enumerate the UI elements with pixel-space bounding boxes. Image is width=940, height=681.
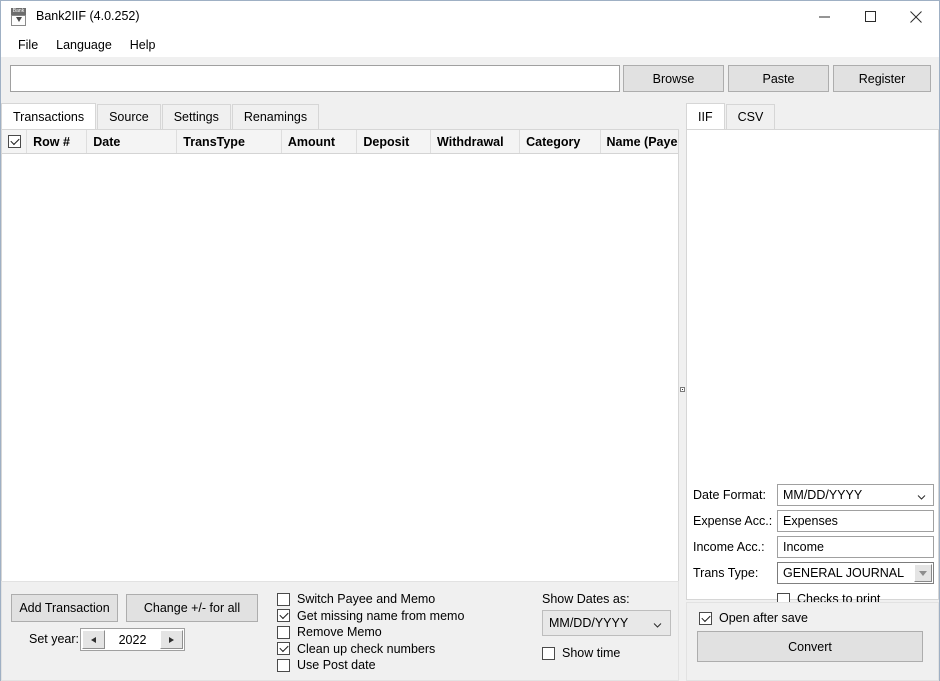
clean-check-numbers-label: Clean up check numbers [297,641,436,656]
option-use-post-date[interactable]: Use Post date [277,657,464,674]
tab-source[interactable]: Source [97,104,161,129]
switch-payee-memo-checkbox-icon[interactable] [277,592,290,606]
open-after-save-checkbox-icon[interactable] [699,611,712,625]
chevron-down-icon [653,619,662,628]
option-remove-memo[interactable]: Remove Memo [277,624,464,641]
trans-type-value: GENERAL JOURNAL [783,566,905,580]
get-missing-name-label: Get missing name from memo [297,608,465,623]
window-controls [801,1,939,32]
splitter-grip-icon[interactable] [680,387,685,392]
option-clean-check-numbers[interactable]: Clean up check numbers [277,641,464,658]
switch-payee-memo-label: Switch Payee and Memo [297,592,436,607]
maximize-icon [864,11,876,22]
menu-item-help[interactable]: Help [122,35,164,55]
grid-col-amount[interactable]: Amount [282,130,358,153]
tab-iif[interactable]: IIF [686,103,725,129]
trans-type-row: Trans Type: GENERAL JOURNAL [693,562,934,584]
change-plus-minus-button[interactable]: Change +/- for all [126,594,258,622]
set-year-value: 2022 [118,632,147,647]
right-tabstrip: IIF CSV [686,103,939,129]
right-panel: IIF CSV Date Format: MM/DD/YYYY Expense … [686,103,939,681]
trans-type-label: Trans Type: [693,566,759,580]
panel-splitter[interactable] [679,103,686,681]
dropdown-arrow-icon[interactable] [914,564,932,582]
paste-button[interactable]: Paste [728,65,829,92]
file-path-input[interactable] [10,65,620,92]
application-window: Bank Bank2IIF (4.0.252) File Language He… [0,0,940,681]
window-title: Bank2IIF (4.0.252) [36,9,140,23]
grid-col-withdrawal[interactable]: Withdrawal [431,130,521,153]
show-dates-as-label: Show Dates as: [542,592,630,606]
iif-settings-pane: Date Format: MM/DD/YYYY Expense Acc.: Ex… [686,129,939,606]
option-get-missing-name[interactable]: Get missing name from memo [277,608,464,625]
set-year-label: Set year: [29,632,80,646]
menu-bar: File Language Help [1,32,939,57]
close-button[interactable] [893,1,939,32]
date-format-label: Date Format: [693,488,766,502]
trans-type-select[interactable]: GENERAL JOURNAL [777,562,934,584]
convert-button[interactable]: Convert [697,631,923,662]
bank-document-icon: Bank [10,7,28,26]
bottom-panel: Add Transaction Change +/- for all Set y… [1,581,679,681]
income-acc-input[interactable]: Income [777,536,934,558]
remove-memo-label: Remove Memo [297,625,382,640]
title-bar: Bank Bank2IIF (4.0.252) [1,1,939,32]
show-dates-as-value: MM/DD/YYYY [549,616,629,630]
right-actions-panel: Open after save Convert [686,602,939,681]
menu-item-file[interactable]: File [10,35,46,55]
minimize-button[interactable] [801,1,847,32]
open-after-save-option[interactable]: Open after save [699,608,808,628]
date-format-select[interactable]: MM/DD/YYYY [777,484,934,506]
income-acc-row: Income Acc.: Income [693,536,934,558]
grid-col-category[interactable]: Category [520,130,601,153]
show-time-option[interactable]: Show time [542,643,672,663]
toolbar: Browse Paste Register [1,57,939,103]
remove-memo-checkbox-icon[interactable] [277,625,290,639]
option-switch-payee-memo[interactable]: Switch Payee and Memo [277,591,464,608]
transaction-options-list: Switch Payee and Memo Get missing name f… [277,591,464,674]
expense-acc-label: Expense Acc.: [693,514,773,528]
grid-col-name-payee[interactable]: Name (Payee [601,130,678,153]
grid-body[interactable] [2,154,678,640]
triangle-right-icon[interactable] [160,630,183,649]
minimize-icon [818,11,830,22]
income-acc-label: Income Acc.: [693,540,765,554]
date-format-value: MM/DD/YYYY [783,488,863,502]
tab-transactions[interactable]: Transactions [1,103,97,129]
tab-csv[interactable]: CSV [725,104,776,129]
set-year-stepper[interactable]: 2022 [80,628,185,651]
tab-renamings[interactable]: Renamings [231,104,320,129]
menu-item-language[interactable]: Language [48,35,120,55]
use-post-date-checkbox-icon[interactable] [277,658,290,672]
grid-col-transtype[interactable]: TransType [177,130,282,153]
maximize-button[interactable] [847,1,893,32]
chevron-down-icon [917,491,926,500]
show-time-checkbox-icon[interactable] [542,646,555,660]
triangle-left-icon[interactable] [82,630,105,649]
left-tabstrip: Transactions Source Settings Renamings [1,103,679,129]
browse-button[interactable]: Browse [623,65,724,92]
get-missing-name-checkbox-icon[interactable] [277,609,290,623]
close-icon [910,10,922,23]
show-dates-as-select[interactable]: MM/DD/YYYY [542,610,671,636]
date-format-row: Date Format: MM/DD/YYYY [693,484,934,506]
expense-acc-input[interactable]: Expenses [777,510,934,532]
select-all-checkbox-icon[interactable] [7,135,21,148]
grid-col-row-number[interactable]: Row # [27,130,88,153]
tab-settings[interactable]: Settings [161,104,231,129]
clean-check-numbers-checkbox-icon[interactable] [277,642,290,656]
grid-select-all-cell[interactable] [2,130,28,153]
open-after-save-label: Open after save [719,611,808,625]
grid-col-deposit[interactable]: Deposit [357,130,432,153]
date-display-options: Show Dates as: MM/DD/YYYY Show time [542,592,672,663]
use-post-date-label: Use Post date [297,658,376,673]
show-time-label: Show time [562,646,621,660]
expense-acc-row: Expense Acc.: Expenses [693,510,934,532]
grid-header-row: Row # Date TransType Amount Deposit With… [2,130,678,154]
register-button[interactable]: Register [833,65,931,92]
add-transaction-button[interactable]: Add Transaction [11,594,118,622]
grid-col-date[interactable]: Date [87,130,178,153]
iif-form: Date Format: MM/DD/YYYY Expense Acc.: Ex… [693,484,934,614]
